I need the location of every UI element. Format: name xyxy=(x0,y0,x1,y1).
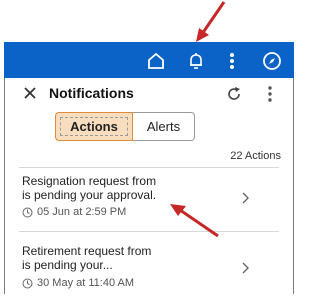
panel-header: Notifications xyxy=(5,78,293,110)
bell-icon[interactable] xyxy=(184,49,208,73)
clock-icon xyxy=(22,278,33,289)
close-icon[interactable] xyxy=(21,84,39,102)
actions-count: 22 Actions xyxy=(230,150,281,162)
notification-item[interactable]: Resignation request from is pending your… xyxy=(5,174,293,231)
chevron-right-icon[interactable] xyxy=(239,191,251,205)
tab-alerts[interactable]: Alerts xyxy=(133,112,195,141)
notification-item[interactable]: Retirement request from is pending your.… xyxy=(5,244,293,294)
actions-alerts-toggle: Actions Alerts xyxy=(55,112,195,141)
notification-time: 30 May at 11:40 AM xyxy=(22,277,134,289)
annotation-arrow-top xyxy=(196,1,226,42)
tab-actions[interactable]: Actions xyxy=(55,112,133,141)
chevron-right-icon[interactable] xyxy=(239,261,251,275)
refresh-icon[interactable] xyxy=(224,84,244,104)
notification-time-text: 05 Jun at 2:59 PM xyxy=(37,206,127,218)
notification-time-text: 30 May at 11:40 AM xyxy=(37,277,135,289)
app-header-bar xyxy=(4,42,294,78)
notification-time: 05 Jun at 2:59 PM xyxy=(22,206,126,218)
notification-line-2: is pending your approval. xyxy=(22,188,157,202)
more-vertical-icon[interactable] xyxy=(220,49,244,73)
clock-icon xyxy=(22,207,33,218)
panel-title: Notifications xyxy=(49,85,134,101)
divider xyxy=(19,231,279,232)
notification-line-1: Retirement request from xyxy=(22,244,152,258)
notification-line-1: Resignation request from xyxy=(22,174,157,188)
compass-icon[interactable] xyxy=(260,49,284,73)
divider xyxy=(19,167,279,168)
home-icon[interactable] xyxy=(144,49,168,73)
notification-line-2: is pending your... xyxy=(22,258,113,272)
notifications-panel: Notifications Actions Alerts 22 Actions … xyxy=(4,78,294,294)
panel-more-icon[interactable] xyxy=(263,84,277,104)
